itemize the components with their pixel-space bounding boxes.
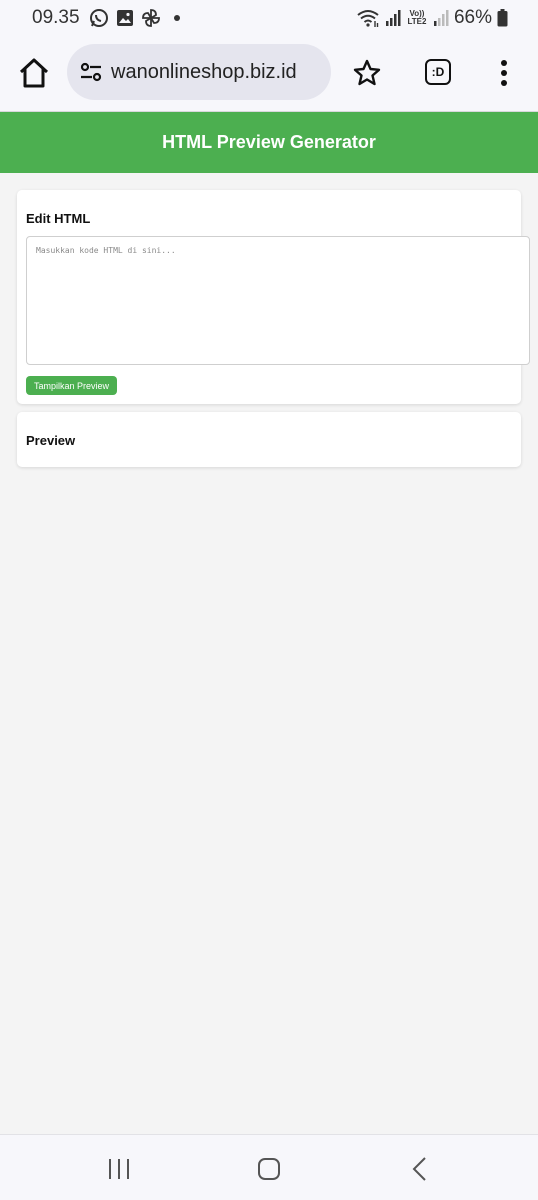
preview-title: Preview — [26, 433, 76, 448]
home-icon[interactable] — [17, 56, 51, 90]
screen: 09.35 Vo)) LTE2 66% wanonlineshop.biz.id… — [0, 0, 538, 1200]
recent-apps-icon[interactable] — [106, 1157, 132, 1181]
site-settings-icon[interactable] — [79, 60, 103, 84]
status-bar: 09.35 Vo)) LTE2 66% — [0, 0, 538, 36]
whatsapp-icon — [89, 9, 108, 27]
signal-icon — [385, 10, 401, 26]
address-bar[interactable]: wanonlineshop.biz.id — [67, 44, 331, 100]
preview-card: Preview — [17, 412, 521, 467]
show-preview-button[interactable]: Tampilkan Preview — [26, 376, 117, 395]
gallery-icon — [116, 10, 133, 26]
more-menu-icon[interactable] — [494, 58, 514, 88]
status-time: 09.35 — [32, 7, 80, 28]
back-icon[interactable] — [410, 1156, 430, 1182]
pinwheel-icon — [141, 9, 160, 27]
browser-toolbar: wanonlineshop.biz.id :D — [0, 36, 538, 112]
wifi-icon — [357, 10, 379, 27]
signal-weak-icon — [433, 10, 449, 26]
page-title: HTML Preview Generator — [162, 132, 376, 152]
html-code-input[interactable] — [26, 236, 530, 365]
nav-home-icon[interactable] — [257, 1157, 281, 1181]
notification-dot — [173, 15, 180, 21]
editor-title: Edit HTML — [26, 211, 91, 226]
battery-icon — [497, 9, 508, 27]
tabs-button[interactable]: :D — [425, 59, 451, 85]
battery-percent: 66% — [453, 7, 492, 28]
bookmark-star-icon[interactable] — [352, 58, 382, 88]
editor-card: Edit HTML Tampilkan Preview — [17, 190, 530, 404]
app-header: HTML Preview Generator — [0, 112, 538, 173]
status-left: 09.35 — [32, 7, 180, 29]
system-nav-bar — [0, 1134, 538, 1200]
status-right: Vo)) LTE2 66% — [356, 7, 508, 29]
network-label: Vo)) LTE2 — [407, 9, 427, 26]
url-text[interactable]: wanonlineshop.biz.id — [111, 61, 297, 84]
